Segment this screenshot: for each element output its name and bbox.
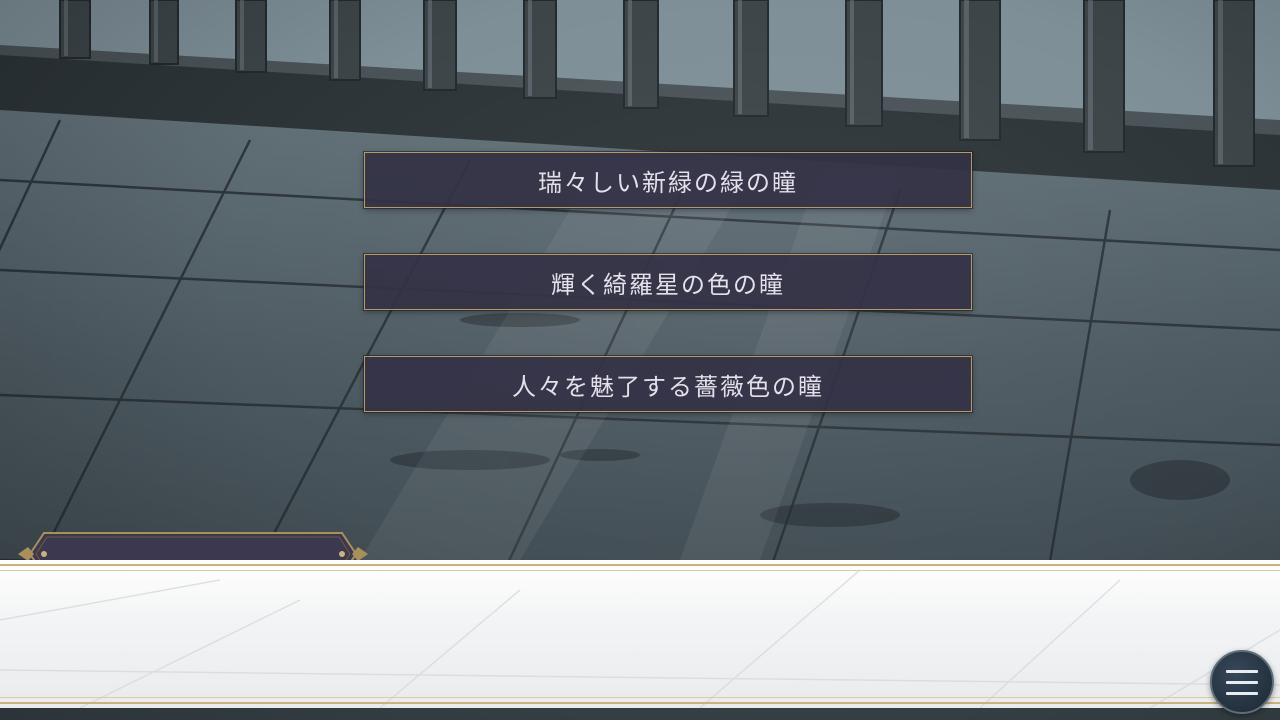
message-text: [120, 590, 1160, 680]
menu-icon-bar: [1226, 670, 1258, 673]
choice-button-rose-eyes[interactable]: 人々を魅了する薔薇色の瞳: [364, 356, 972, 412]
message-window-bottom-border: [0, 702, 1280, 704]
choice-label: 輝く綺羅星の色の瞳: [551, 270, 785, 299]
menu-icon-bar: [1226, 692, 1258, 695]
message-window-top-border: [0, 564, 1280, 566]
menu-button[interactable]: [1210, 650, 1274, 714]
message-window-top-border-inner: [0, 570, 1280, 571]
choice-button-starlight-eyes[interactable]: 輝く綺羅星の色の瞳: [364, 254, 972, 310]
menu-icon-bar: [1226, 681, 1258, 684]
choice-label: 瑞々しい新緑の緑の瞳: [538, 168, 798, 197]
choice-button-green-eyes[interactable]: 瑞々しい新緑の緑の瞳: [364, 152, 972, 208]
choice-list: 瑞々しい新緑の緑の瞳 輝く綺羅星の色の瞳 人々を魅了する薔薇色の瞳: [364, 152, 972, 458]
message-window-bottom-border-inner: [0, 697, 1280, 698]
message-window[interactable]: [0, 560, 1280, 708]
choice-label: 人々を魅了する薔薇色の瞳: [512, 372, 824, 401]
